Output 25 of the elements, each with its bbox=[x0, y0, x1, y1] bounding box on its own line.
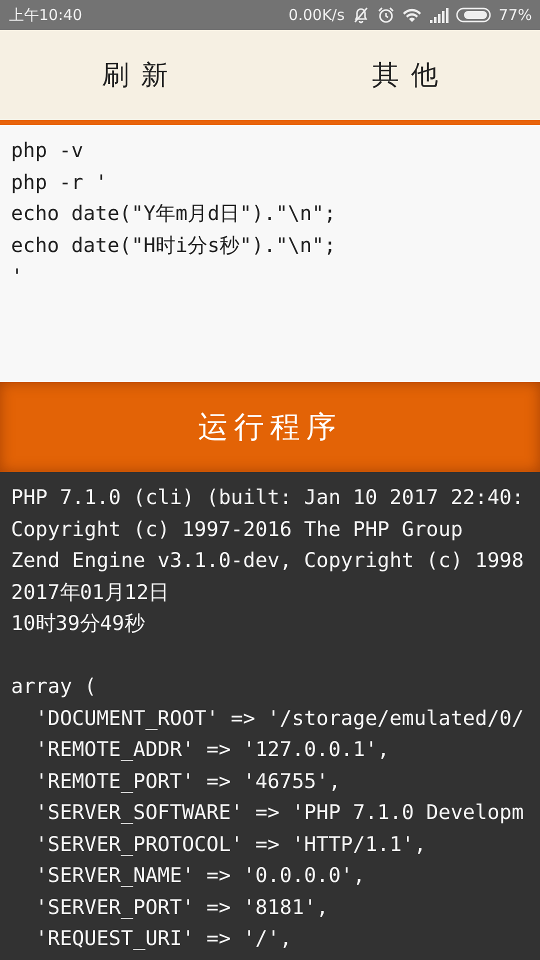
signal-icon bbox=[428, 7, 449, 23]
output-line: Zend Engine v3.1.0-dev, Copyright (c) 1998 bbox=[11, 547, 525, 574]
tab[interactable]: 其他 bbox=[270, 30, 540, 120]
wifi-icon bbox=[402, 7, 422, 23]
output-line: 'SERVER_PROTOCOL' => 'HTTP/1.1', bbox=[34, 830, 428, 858]
output-line: 'SERVER_NAME' => '0.0.0.0', bbox=[34, 862, 366, 889]
output-line: 'REMOTE_ADDR' => '127.0.0.1', bbox=[34, 736, 391, 763]
output-line: PHP 7.1.0 (cli) (built: Jan 10 2017 22:40: bbox=[11, 484, 525, 511]
output-line: 'REQUEST_URI' => '/', bbox=[34, 925, 293, 952]
battery-percent: 77% bbox=[498, 6, 532, 24]
output-line: 'REMOTE_PORT' => '46755', bbox=[34, 768, 342, 795]
output-line: 'DOCUMENT_ROOT' => '/storage/emulated/0/ bbox=[34, 704, 525, 732]
battery-icon bbox=[456, 7, 492, 23]
alarm-clock-icon bbox=[376, 6, 395, 24]
output-line: array ( bbox=[11, 673, 98, 700]
output-line: 'SERVER_SOFTWARE' => 'PHP 7.1.0 Developm bbox=[34, 799, 525, 826]
code-editor[interactable]: php -v php -r ' echo date("Y年m月d日")."\n"; echo date("H时i分s秒")."\n"; ' bbox=[0, 125, 540, 382]
network-speed: 0.00K/s bbox=[288, 6, 345, 24]
clock-time: 上午10:40 bbox=[9, 6, 82, 24]
muted-bell-icon bbox=[352, 6, 370, 24]
output-line: 2017年01月12日 bbox=[11, 578, 170, 606]
output-line: 10时39分49秒 bbox=[11, 610, 146, 637]
tab[interactable]: 刷新 bbox=[0, 30, 270, 120]
output-line: Copyright (c) 1997-2016 The PHP Group bbox=[11, 516, 464, 542]
output-line: 'SERVER_PORT' => '8181', bbox=[34, 894, 330, 921]
